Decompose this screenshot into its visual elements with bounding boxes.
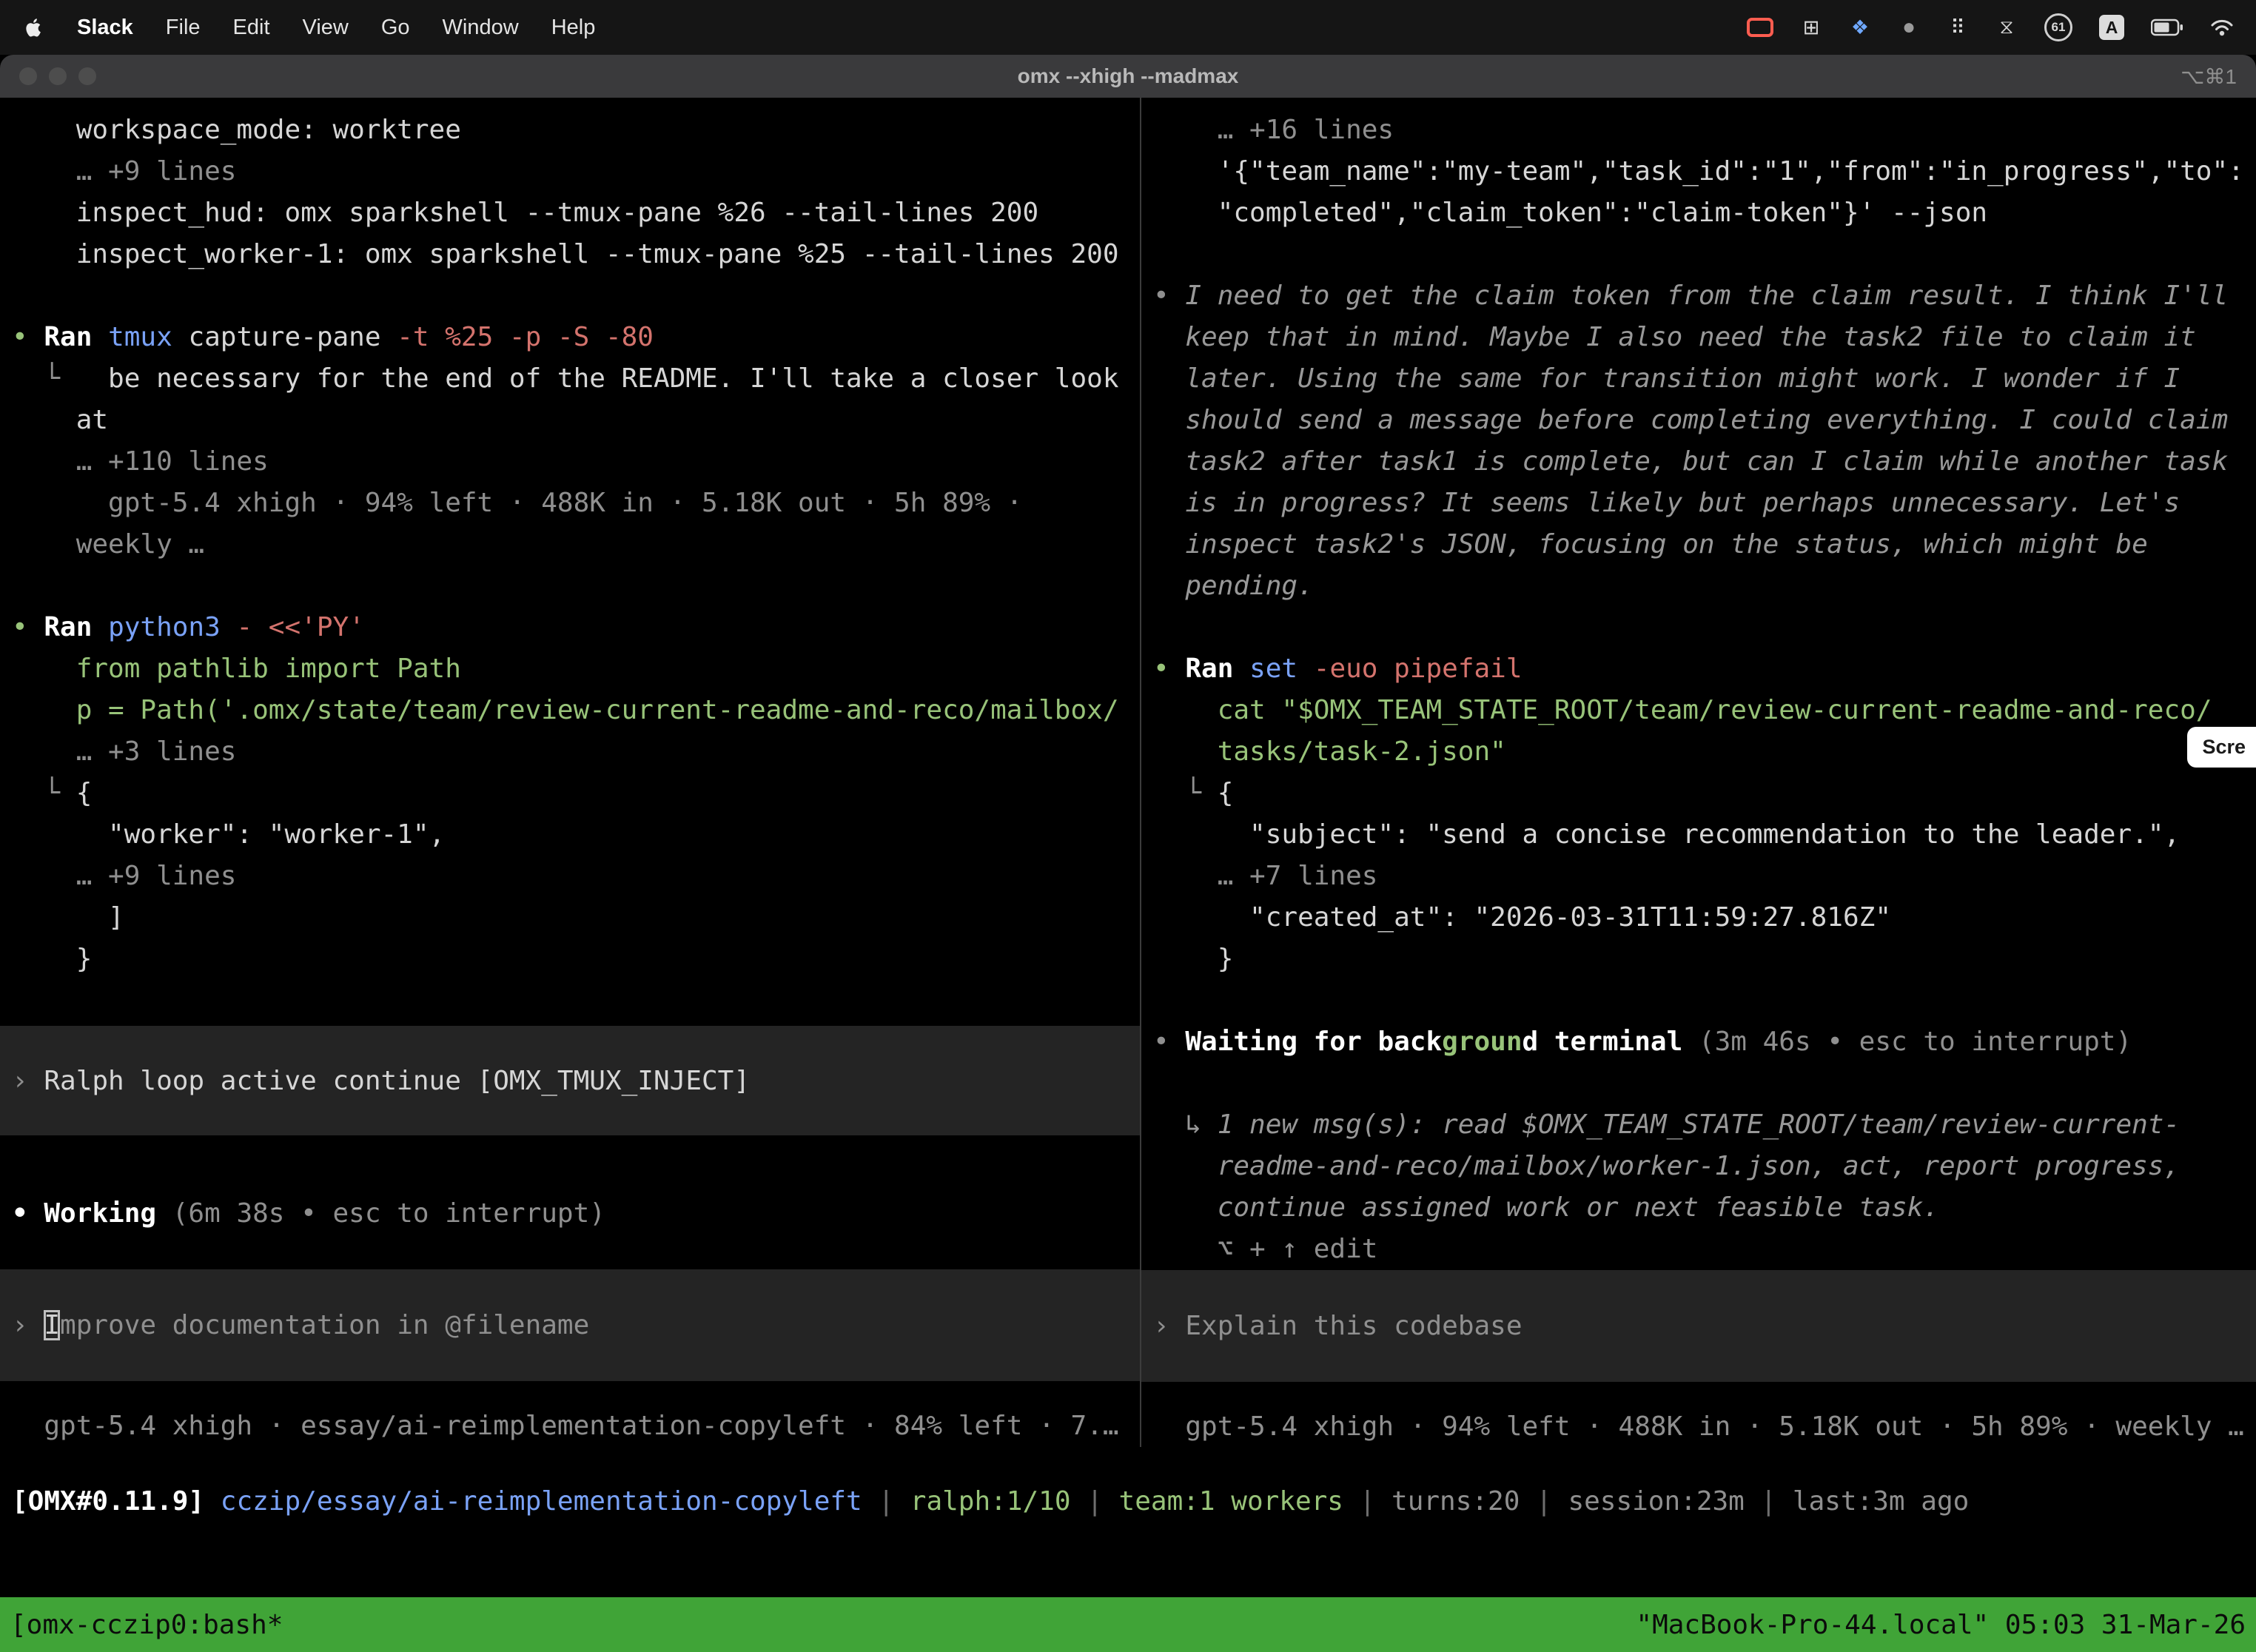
terminal-line: }: [1153, 939, 2256, 980]
terminal-line: "subject": "send a concise recommendatio…: [1153, 814, 2256, 856]
terminal-line: workspace_mode: worktree: [12, 110, 1140, 151]
menu-edit[interactable]: Edit: [233, 16, 270, 40]
terminal-line: task2 after task1 is complete, but can I…: [1153, 441, 2256, 483]
menu-bar: Slack File Edit View Go Window Help ⊞ ❖ ● ⠿ ⧖ 61 A: [0, 0, 2256, 55]
terminal-line: … +16 lines: [1153, 110, 2256, 151]
ralph-loop-bar[interactable]: › Ralph loop active continue [OMX_TMUX_I…: [0, 1026, 1140, 1135]
pane-status-line: gpt-5.4 xhigh · 94% left · 488K in · 5.1…: [1153, 1406, 2256, 1447]
pane-bottom-group: › Explain this codebase gpt-5.4 xhigh · …: [1153, 1270, 2256, 1447]
terminal-line: "completed","claim_token":"claim-token"}…: [1153, 192, 2256, 234]
terminal-line: • Ran tmux capture-pane -t %25 -p -S -80: [12, 317, 1140, 358]
terminal-line: … +7 lines: [1153, 856, 2256, 897]
terminal-line: └ {: [12, 773, 1140, 814]
blank-line: [12, 980, 1140, 1021]
hourglass-icon[interactable]: ⧖: [1995, 13, 2018, 42]
menu-help[interactable]: Help: [551, 16, 596, 40]
app-circle-icon[interactable]: ●: [1898, 13, 1920, 42]
tmux-session-label: [omx-cczip0:bash*: [10, 1610, 283, 1640]
terminal-line: is in progress? It seems likely but perh…: [1153, 483, 2256, 524]
terminal-line: ]: [12, 897, 1140, 939]
terminal-line: inspect_worker-1: omx sparkshell --tmux-…: [12, 234, 1140, 275]
blank-line: [1153, 1063, 2256, 1104]
terminal-line: "created_at": "2026-03-31T11:59:27.816Z": [1153, 897, 2256, 939]
terminal-line: from pathlib import Path: [12, 648, 1140, 690]
terminal-line: … +3 lines: [12, 731, 1140, 773]
battery-percentage-icon[interactable]: 61: [2044, 13, 2072, 41]
menu-file[interactable]: File: [166, 16, 201, 40]
wifi-icon[interactable]: [2210, 13, 2234, 42]
terminal-line: cat "$OMX_TEAM_STATE_ROOT/team/review-cu…: [1153, 690, 2256, 731]
tmux-host-clock-label: "MacBook-Pro-44.local" 05:03 31-Mar-26: [1636, 1610, 2246, 1640]
dropbox-icon[interactable]: ❖: [1849, 13, 1871, 42]
terminal-line: p = Path('.omx/state/team/review-current…: [12, 690, 1140, 731]
menu-bar-left: Slack File Edit View Go Window Help: [22, 15, 595, 40]
tmux-status-bar: [omx-cczip0:bash* "MacBook-Pro-44.local"…: [0, 1597, 2256, 1652]
battery-icon[interactable]: [2151, 13, 2183, 42]
right-pane[interactable]: … +16 lines '{"team_name":"my-team","tas…: [1141, 98, 2256, 1447]
terminal-line: readme-and-reco/mailbox/worker-1.json, a…: [1153, 1146, 2256, 1187]
menu-window[interactable]: Window: [443, 16, 519, 40]
terminal-line: '{"team_name":"my-team","task_id":"1","f…: [1153, 151, 2256, 192]
terminal-line: tasks/task-2.json": [1153, 731, 2256, 773]
dots-grid-icon[interactable]: ⠿: [1947, 13, 1969, 42]
blank-line: [1153, 980, 2256, 1021]
screen-notification[interactable]: Scre: [2187, 727, 2256, 768]
grid-table-icon[interactable]: ⊞: [1800, 13, 1822, 42]
left-pane[interactable]: workspace_mode: worktree … +9 lines insp…: [0, 98, 1140, 1447]
terminal-window: omx --xhigh --madmax ⌥⌘1 workspace_mode:…: [0, 55, 2256, 1652]
close-button[interactable]: [19, 67, 37, 85]
terminal-line: later. Using the same for transition mig…: [1153, 358, 2256, 400]
terminal-line: weekly …: [12, 524, 1140, 565]
tmux-panes: workspace_mode: worktree … +9 lines insp…: [0, 98, 2256, 1447]
window-title: omx --xhigh --madmax: [0, 64, 2256, 88]
blank-line: [1153, 234, 2256, 275]
blank-line: [12, 275, 1140, 317]
terminal-line: … +9 lines: [12, 856, 1140, 897]
terminal-line: pending.: [1153, 565, 2256, 607]
prompt-input-bar[interactable]: › Improve documentation in @filename: [0, 1269, 1140, 1381]
terminal-line: └ be necessary for the end of the README…: [12, 358, 1140, 400]
apple-menu-icon[interactable]: [22, 15, 44, 40]
terminal-line: … +110 lines: [12, 441, 1140, 483]
terminal-line: }: [12, 939, 1140, 980]
terminal-line: • Ran set -euo pipefail: [1153, 648, 2256, 690]
menu-view[interactable]: View: [303, 16, 349, 40]
terminal-line: … +9 lines: [12, 151, 1140, 192]
terminal-line: gpt-5.4 xhigh · 94% left · 488K in · 5.1…: [12, 483, 1140, 524]
terminal-line: "worker": "worker-1",: [12, 814, 1140, 856]
terminal-line: • Ran python3 - <<'PY': [12, 607, 1140, 648]
menu-slack[interactable]: Slack: [77, 16, 133, 40]
window-shortcut: ⌥⌘1: [2181, 64, 2237, 89]
terminal-line: ↳ 1 new msg(s): read $OMX_TEAM_STATE_ROO…: [1153, 1104, 2256, 1146]
blank-line: [12, 565, 1140, 607]
terminal-line: • I need to get the claim token from the…: [1153, 275, 2256, 317]
terminal-line: ⌥ + ↑ edit: [1153, 1229, 2256, 1270]
working-status-line: • Working (6m 38s • esc to interrupt): [12, 1193, 1140, 1235]
zoom-button[interactable]: [78, 67, 96, 85]
screen-sharing-icon[interactable]: [1747, 18, 1773, 37]
menu-bar-status-icons: ⊞ ❖ ● ⠿ ⧖ 61 A: [1747, 13, 2234, 42]
pane-status-line: gpt-5.4 xhigh · essay/ai-reimplementatio…: [12, 1406, 1140, 1447]
terminal-line: inspect_hud: omx sparkshell --tmux-pane …: [12, 192, 1140, 234]
waiting-status-line: • Waiting for background terminal (3m 46…: [1153, 1021, 2256, 1063]
menu-items: Slack File Edit View Go Window Help: [77, 16, 595, 40]
omx-status-line: [OMX#0.11.9] cczip/essay/ai-reimplementa…: [0, 1481, 2256, 1522]
traffic-lights: [19, 67, 96, 85]
terminal-line: └ {: [1153, 773, 2256, 814]
blank-line: [1153, 607, 2256, 648]
minimize-button[interactable]: [49, 67, 67, 85]
pane-bottom-group: › Improve documentation in @filename gpt…: [12, 1269, 1140, 1447]
terminal-line: should send a message before completing …: [1153, 400, 2256, 441]
input-source-icon[interactable]: A: [2099, 15, 2124, 40]
window-titlebar[interactable]: omx --xhigh --madmax ⌥⌘1: [0, 55, 2256, 98]
terminal-line: keep that in mind. Maybe I also need the…: [1153, 317, 2256, 358]
prompt-suggestion-bar[interactable]: › Explain this codebase: [1141, 1270, 2256, 1382]
terminal-line: inspect task2's JSON, focusing on the st…: [1153, 524, 2256, 565]
terminal-line: continue assigned work or next feasible …: [1153, 1187, 2256, 1229]
terminal-line: at: [12, 400, 1140, 441]
menu-go[interactable]: Go: [381, 16, 410, 40]
